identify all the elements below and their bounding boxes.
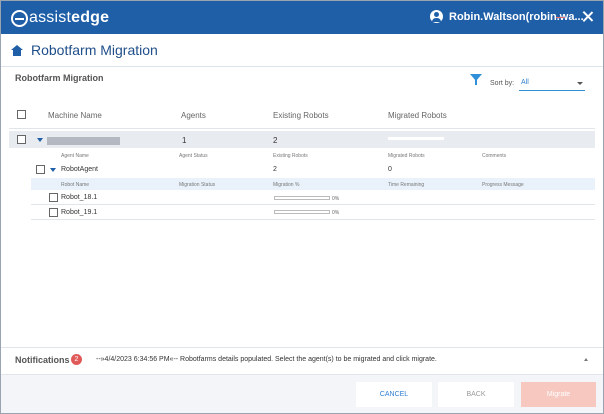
migration-progress-bar (274, 210, 330, 214)
chevron-down-icon (577, 82, 583, 85)
caret-up-icon[interactable] (584, 358, 588, 361)
migration-percent: 0% (332, 196, 340, 202)
logo-text: assistedge (29, 9, 109, 27)
notification-message: --»4/4/2023 6:34:56 PM«-- Robotfarms det… (96, 356, 437, 363)
robot-name: Robot_19.1 (61, 209, 98, 216)
panel-title: Robotfarm Migration (15, 73, 104, 83)
page-title: Robotfarm Migration (31, 42, 158, 58)
agent-checkbox[interactable] (36, 165, 45, 174)
home-icon[interactable] (11, 45, 23, 56)
header-agents: Agents (181, 111, 206, 120)
notifications-label[interactable]: Notifications (15, 355, 70, 365)
notifications-badge: 2 (71, 354, 82, 365)
header-existing-robots: Existing Robots (273, 111, 329, 120)
caret-down-icon[interactable] (37, 138, 43, 142)
migrate-button[interactable]: Migrate (521, 382, 596, 407)
subheader-migrated-robots: Migrated Robots (388, 153, 425, 159)
migration-percent: 0% (332, 210, 340, 216)
subheader-progress-message: Progress Message (482, 182, 524, 188)
sort-label: Sort by: (490, 80, 515, 87)
agent-name: RobotAgent (61, 166, 98, 173)
agent-migrated-robots: 0 (388, 166, 392, 173)
row-divider (31, 204, 595, 205)
subheader-existing-robots: Existing Robots (273, 153, 308, 159)
machine-agents-count: 1 (182, 136, 187, 145)
robot-checkbox[interactable] (49, 193, 58, 202)
subheader-comments: Comments (482, 153, 507, 159)
header-machine-name: Machine Name (48, 111, 102, 120)
app-logo: assistedge (11, 8, 109, 28)
machine-name-redacted (47, 137, 120, 145)
robot-checkbox[interactable] (49, 208, 58, 217)
back-button[interactable]: BACK (438, 382, 514, 407)
user-icon (430, 10, 443, 23)
robot-name: Robot_18.1 (61, 194, 98, 201)
logo-prefix: assist (29, 9, 72, 26)
subheader-migration-percent: Migration % (273, 182, 300, 188)
title-bar: assistedge Robin.Waltson(robin.wa... (1, 1, 603, 34)
subheader-agent-status: Agent Status (179, 153, 208, 159)
caret-down-icon[interactable] (50, 168, 56, 172)
sort-value: All (521, 79, 529, 86)
select-all-checkbox[interactable] (17, 110, 26, 119)
assistedge-logo-icon (11, 9, 28, 27)
machine-migrated-redacted (388, 137, 444, 140)
header-divider (9, 128, 595, 129)
subheader-agent-name: Agent Name (61, 153, 89, 159)
subheader-time-remaining: Time Remaining (388, 182, 425, 188)
subheader-robot-name: Robot Name (61, 182, 90, 188)
filter-icon[interactable] (470, 74, 482, 86)
subheader-migration-status: Migration Status (179, 182, 216, 188)
minimize-icon[interactable] (556, 17, 565, 18)
page-header: Robotfarm Migration (1, 34, 603, 67)
logo-suffix: edge (71, 9, 110, 26)
sort-select[interactable]: All (519, 76, 585, 91)
close-icon[interactable] (579, 8, 597, 26)
cancel-button[interactable]: CANCEL (356, 382, 432, 407)
machine-existing-robots: 2 (273, 136, 278, 145)
header-migrated-robots: Migrated Robots (388, 111, 447, 120)
machine-checkbox[interactable] (17, 135, 26, 144)
migration-progress-bar (274, 196, 330, 200)
app-window: assistedge Robin.Waltson(robin.wa... Rob… (0, 0, 604, 414)
row-divider (31, 219, 595, 220)
agent-existing-robots: 2 (273, 166, 277, 173)
